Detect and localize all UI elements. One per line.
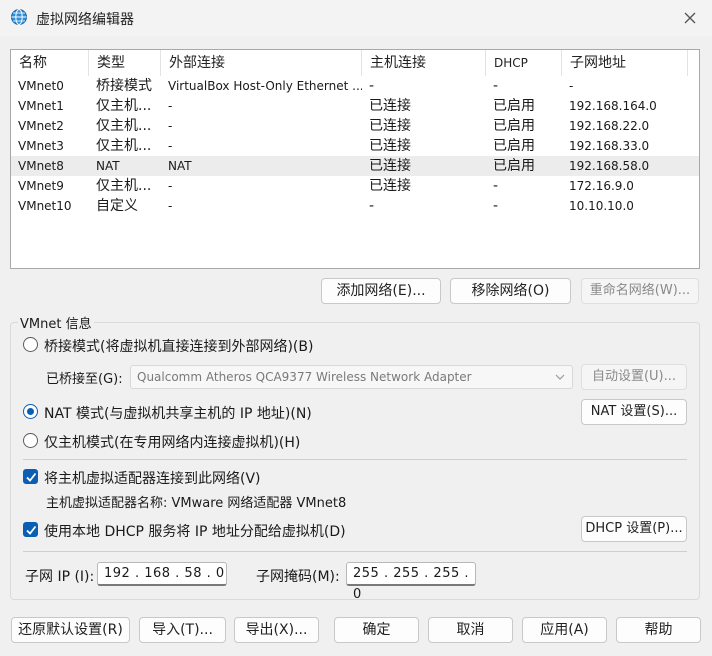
cell-type: 自定义 bbox=[96, 198, 138, 214]
divider bbox=[23, 551, 687, 552]
cell-dhcp: 已启用 bbox=[493, 158, 535, 174]
window-title: 虚拟网络编辑器 bbox=[36, 12, 134, 28]
export-button[interactable]: 导出(X)... bbox=[234, 617, 319, 643]
cell-host: - bbox=[369, 198, 375, 214]
cell-subnet: - bbox=[569, 79, 574, 93]
remove-network-button[interactable]: 移除网络(O) bbox=[450, 278, 571, 304]
restore-defaults-button[interactable]: 还原默认设置(R) bbox=[11, 617, 130, 643]
column-header-type[interactable]: 类型 bbox=[89, 50, 161, 76]
cell-subnet: 192.168.33.0 bbox=[569, 139, 650, 153]
connect-adapter-label[interactable]: 将主机虚拟适配器连接到此网络(V) bbox=[44, 468, 261, 488]
cell-host: - bbox=[369, 78, 375, 94]
bridged-adapter-value: Qualcomm Atheros QCA9377 Wireless Networ… bbox=[137, 370, 472, 384]
cell-external: - bbox=[168, 119, 173, 133]
bridge-mode-label[interactable]: 桥接模式(将虚拟机直接连接到外部网络)(B) bbox=[44, 336, 313, 356]
bridged-adapter-select[interactable]: Qualcomm Atheros QCA9377 Wireless Networ… bbox=[130, 365, 573, 389]
table-row-selected[interactable]: VMnet8 NAT NAT 已连接 已启用 192.168.58.0 bbox=[11, 156, 699, 176]
cell-dhcp: 已启用 bbox=[493, 98, 535, 114]
subnet-mask-label: 子网掩码(M): bbox=[256, 569, 340, 585]
cell-external: - bbox=[168, 179, 173, 193]
use-dhcp-label[interactable]: 使用本地 DHCP 服务将 IP 地址分配给虚拟机(D) bbox=[44, 521, 346, 541]
cell-dhcp: - bbox=[493, 78, 499, 94]
cell-name: VMnet10 bbox=[18, 199, 72, 213]
cell-host: 已连接 bbox=[369, 138, 411, 154]
use-dhcp-checkbox[interactable] bbox=[23, 522, 38, 537]
cell-dhcp: 已启用 bbox=[493, 138, 535, 154]
subnet-ip-input[interactable]: 192 . 168 . 58 . 0 bbox=[97, 562, 227, 586]
add-network-button[interactable]: 添加网络(E)... bbox=[321, 278, 441, 304]
cell-type: 桥接模式 bbox=[96, 78, 152, 94]
cell-type: 仅主机... bbox=[96, 138, 152, 154]
table-row[interactable]: VMnet1 仅主机... - 已连接 已启用 192.168.164.0 bbox=[11, 96, 699, 116]
checkmark-icon bbox=[26, 472, 37, 482]
bridge-mode-radio[interactable] bbox=[23, 337, 38, 352]
divider bbox=[23, 459, 687, 460]
nat-mode-radio[interactable] bbox=[23, 404, 38, 419]
nat-settings-button[interactable]: NAT 设置(S)... bbox=[581, 399, 687, 425]
column-header-dhcp[interactable]: DHCP bbox=[486, 50, 562, 76]
cell-external: NAT bbox=[168, 159, 192, 173]
cell-subnet: 192.168.58.0 bbox=[569, 159, 650, 173]
cell-host: 已连接 bbox=[369, 118, 411, 134]
table-row[interactable]: VMnet10 自定义 - - - 10.10.10.0 bbox=[11, 196, 699, 216]
cell-subnet: 192.168.164.0 bbox=[569, 99, 657, 113]
cell-name: VMnet1 bbox=[18, 99, 64, 113]
cell-name: VMnet3 bbox=[18, 139, 64, 153]
cell-host: 已连接 bbox=[369, 158, 411, 174]
cell-name: VMnet0 bbox=[18, 79, 64, 93]
column-header-host[interactable]: 主机连接 bbox=[362, 50, 486, 76]
chevron-down-icon bbox=[555, 374, 565, 380]
apply-button[interactable]: 应用(A) bbox=[522, 617, 607, 643]
cell-subnet: 172.16.9.0 bbox=[569, 179, 634, 193]
cell-host: 已连接 bbox=[369, 98, 411, 114]
ok-button[interactable]: 确定 bbox=[334, 617, 419, 643]
cell-external: - bbox=[168, 99, 173, 113]
adapter-name-text: 主机虚拟适配器名称: VMware 网络适配器 VMnet8 bbox=[46, 496, 347, 511]
cell-external: - bbox=[168, 139, 173, 153]
import-button[interactable]: 导入(T)... bbox=[139, 617, 226, 643]
subnet-mask-input[interactable]: 255 . 255 . 255 . 0 bbox=[346, 562, 476, 602]
column-header-subnet[interactable]: 子网地址 bbox=[562, 50, 688, 76]
subnet-ip-label: 子网 IP (I): bbox=[25, 569, 95, 585]
table-row[interactable]: VMnet3 仅主机... - 已连接 已启用 192.168.33.0 bbox=[11, 136, 699, 156]
table-header: 名称 类型 外部连接 主机连接 DHCP 子网地址 bbox=[11, 50, 699, 76]
cell-subnet: 10.10.10.0 bbox=[569, 199, 634, 213]
help-button[interactable]: 帮助 bbox=[616, 617, 701, 643]
cell-external: - bbox=[168, 199, 173, 213]
close-icon[interactable] bbox=[680, 8, 700, 28]
nat-mode-label[interactable]: NAT 模式(与虚拟机共享主机的 IP 地址)(N) bbox=[44, 403, 312, 423]
cancel-button[interactable]: 取消 bbox=[428, 617, 513, 643]
auto-settings-button[interactable]: 自动设置(U)... bbox=[581, 364, 687, 390]
host-only-mode-label[interactable]: 仅主机模式(在专用网络内连接虚拟机)(H) bbox=[44, 432, 300, 452]
cell-name: VMnet8 bbox=[18, 159, 64, 173]
table-row[interactable]: VMnet0 桥接模式 VirtualBox Host-Only Etherne… bbox=[11, 76, 699, 96]
cell-host: 已连接 bbox=[369, 178, 411, 194]
cell-name: VMnet9 bbox=[18, 179, 64, 193]
column-header-external[interactable]: 外部连接 bbox=[161, 50, 362, 76]
cell-dhcp: - bbox=[493, 178, 499, 194]
globe-network-icon bbox=[11, 9, 27, 25]
vmnet-info-label: VMnet 信息 bbox=[18, 313, 94, 332]
column-header-name[interactable]: 名称 bbox=[11, 50, 89, 76]
rename-network-button[interactable]: 重命名网络(W)... bbox=[581, 278, 699, 304]
cell-external: VirtualBox Host-Only Ethernet ... bbox=[168, 79, 362, 93]
cell-subnet: 192.168.22.0 bbox=[569, 119, 650, 133]
cell-type: 仅主机... bbox=[96, 118, 152, 134]
cell-name: VMnet2 bbox=[18, 119, 64, 133]
cell-type: 仅主机... bbox=[96, 178, 152, 194]
title-bar: 虚拟网络编辑器 bbox=[0, 0, 712, 36]
dhcp-settings-button[interactable]: DHCP 设置(P)... bbox=[581, 516, 687, 542]
checkmark-icon bbox=[26, 525, 37, 535]
cell-dhcp: 已启用 bbox=[493, 118, 535, 134]
cell-dhcp: - bbox=[493, 198, 499, 214]
cell-type: NAT bbox=[96, 159, 120, 173]
bridged-to-label: 已桥接至(G): bbox=[46, 372, 123, 387]
table-row[interactable]: VMnet9 仅主机... - 已连接 - 172.16.9.0 bbox=[11, 176, 699, 196]
cell-type: 仅主机... bbox=[96, 98, 152, 114]
network-list[interactable]: 名称 类型 外部连接 主机连接 DHCP 子网地址 VMnet0 桥接模式 Vi… bbox=[10, 49, 700, 269]
host-only-mode-radio[interactable] bbox=[23, 433, 38, 448]
connect-adapter-checkbox[interactable] bbox=[23, 469, 38, 484]
table-row[interactable]: VMnet2 仅主机... - 已连接 已启用 192.168.22.0 bbox=[11, 116, 699, 136]
